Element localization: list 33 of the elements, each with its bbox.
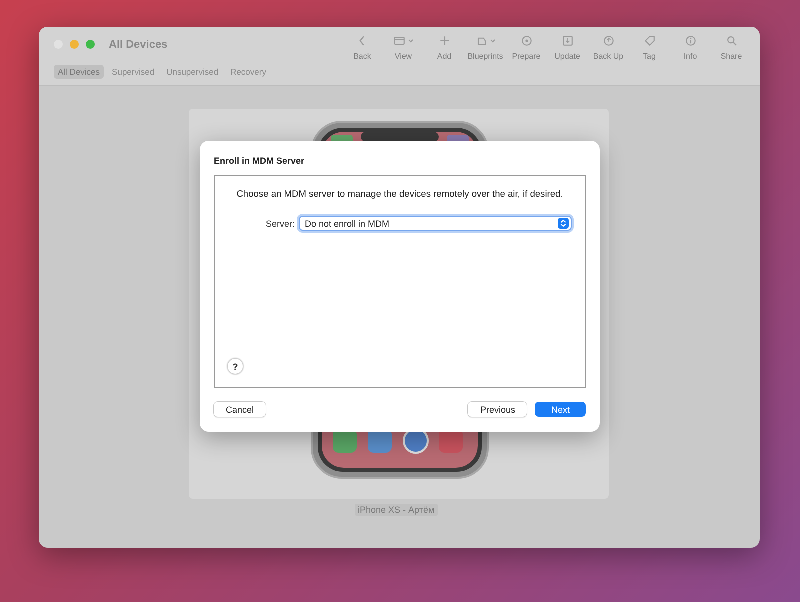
- caret-icon: [408, 38, 414, 44]
- help-button[interactable]: ?: [228, 359, 243, 374]
- server-select[interactable]: Do not enroll in MDM: [299, 216, 572, 231]
- zoom-button[interactable]: [86, 40, 95, 49]
- tag-icon: [642, 34, 656, 48]
- toolbar-button[interactable]: Share: [711, 27, 752, 62]
- window-title: All Devices: [109, 39, 168, 51]
- toolbar-button[interactable]: View: [383, 27, 424, 62]
- cancel-button[interactable]: Cancel: [214, 402, 266, 417]
- filter-tab[interactable]: Recovery: [226, 65, 270, 79]
- device-name: iPhone XS - Артём: [355, 504, 438, 516]
- filter-tab[interactable]: Supervised: [108, 65, 159, 79]
- server-label: Server:: [264, 218, 295, 228]
- next-button[interactable]: Next: [535, 402, 586, 417]
- view-icon: [393, 34, 407, 48]
- previous-button[interactable]: Previous: [468, 402, 528, 417]
- toolbar-button[interactable]: Update: [547, 27, 588, 62]
- info-icon: [684, 34, 698, 48]
- toolbar-button[interactable]: Tag: [629, 27, 670, 62]
- toolbar-button[interactable]: Back: [342, 27, 383, 62]
- description-text: Choose an MDM server to manage the devices remotely over the air, if desired.: [236, 189, 564, 199]
- filter-tab[interactable]: All Devices: [54, 65, 104, 79]
- caret-icon: [490, 38, 496, 44]
- dialog-title: Enroll in MDM Server: [214, 156, 306, 166]
- toolbar-button[interactable]: Back Up: [588, 27, 629, 62]
- minimize-button[interactable]: [70, 40, 79, 49]
- toolbar-button[interactable]: Info: [670, 27, 711, 62]
- stepper-icon: [558, 218, 569, 229]
- toolbar-button[interactable]: Blueprints: [465, 27, 506, 62]
- toolbar-button[interactable]: Prepare: [506, 27, 547, 62]
- filter-tab[interactable]: Unsupervised: [162, 65, 223, 79]
- add-icon: [438, 34, 452, 48]
- toolbar-button[interactable]: Add: [424, 27, 465, 62]
